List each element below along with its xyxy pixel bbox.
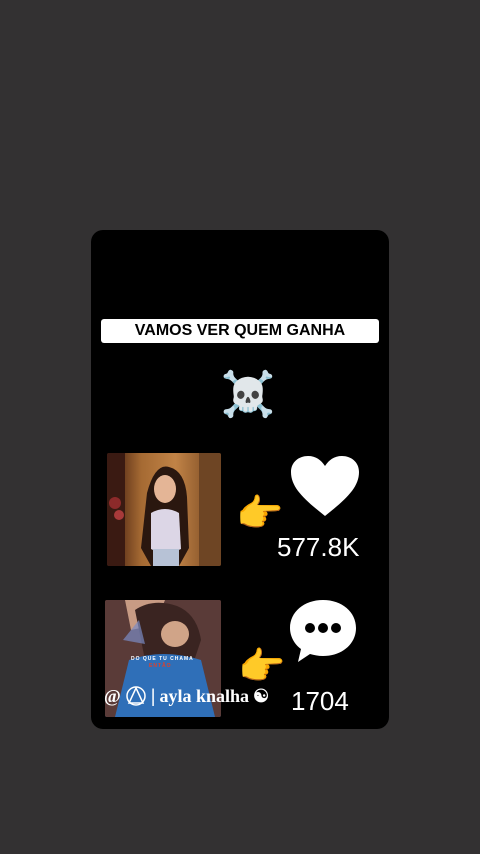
person-photo-1: [107, 453, 221, 566]
banner-text: VAMOS VER QUEM GANHA: [134, 322, 346, 339]
thumbnail-caption-1: DO QUE TU CHAMA: [131, 656, 194, 662]
watermark-symbol: ☯: [252, 685, 270, 706]
heart-icon[interactable]: [289, 454, 361, 520]
watermark-separator: |: [150, 685, 156, 706]
comment-bubble-icon[interactable]: [288, 598, 358, 664]
likes-count: 577.8K: [277, 532, 360, 562]
creator-watermark: @ | ayla knalha ☯: [104, 682, 269, 710]
title-banner: VAMOS VER QUEM GANHA: [101, 319, 379, 343]
watermark-handle: ayla knalha: [159, 685, 249, 706]
video-thumbnail-1[interactable]: [107, 453, 221, 566]
pointing-hand-icon: 👉: [236, 493, 284, 535]
logo-icon: [126, 686, 146, 706]
skull-emoji-icon: ☠️: [220, 370, 276, 419]
watermark-at: @: [104, 685, 121, 706]
thumbnail-caption-2: ENTÃO: [149, 663, 172, 669]
comments-count: 1704: [291, 686, 349, 716]
story-card: VAMOS VER QUEM GANHA ☠️ 👉 577.8K DO QUE …: [91, 230, 389, 729]
